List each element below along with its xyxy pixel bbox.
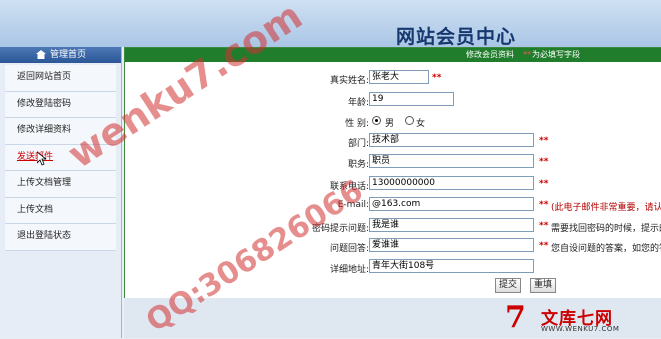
- position-label: 职务:: [347, 160, 369, 170]
- home-icon: [36, 50, 46, 59]
- sidebar-menu: 返回网站首页 修改登陆密码 修改详细资料 发送邮件 上传文档管理 上传文档 退出…: [5, 65, 116, 251]
- realname-label: 真实姓名:: [329, 76, 369, 86]
- sidebar-item-logout[interactable]: 退出登陆状态: [5, 224, 116, 251]
- sidebar-item-home[interactable]: 返回网站首页: [5, 65, 116, 92]
- gender-female-label: 女: [416, 119, 426, 129]
- email-required: **: [539, 200, 549, 210]
- row-gender: 性 别: 男 女: [125, 112, 661, 132]
- reset-button[interactable]: 重填: [530, 278, 556, 293]
- row-age: 年龄:: [125, 91, 661, 111]
- row-question: 密码提示问题: ** 需要找回密码的时候，提示的: [125, 217, 661, 237]
- dept-label: 部门:: [347, 139, 369, 149]
- banner-star: **: [523, 50, 531, 59]
- question-input[interactable]: [369, 218, 534, 232]
- row-dept: 部门: **: [125, 132, 661, 152]
- sidebar-header[interactable]: 管理首页: [0, 47, 121, 63]
- address-input[interactable]: [369, 259, 534, 273]
- sidebar-item-send-mail[interactable]: 发送邮件: [5, 144, 116, 171]
- realname-required: **: [432, 73, 442, 83]
- logo-seven-mark: 7: [505, 300, 526, 335]
- profile-form-panel: 修改会员资料 ** 为必填写字段 真实姓名: ** 年龄: 性 别: 男 女 部…: [124, 47, 661, 299]
- sidebar-item-doc-manage[interactable]: 上传文档管理: [5, 171, 116, 198]
- wenku7-logo: 7 文库七网 WWW.WENKU7.COM: [505, 300, 661, 338]
- phone-required: **: [539, 179, 549, 189]
- question-required: **: [539, 221, 549, 231]
- dept-input[interactable]: [369, 133, 534, 147]
- phone-label: 联系电话:: [329, 182, 369, 192]
- site-title: 网站会员中心: [396, 26, 517, 48]
- sidebar-item-change-password[interactable]: 修改登陆密码: [5, 91, 116, 118]
- form-banner: 修改会员资料 ** 为必填写字段: [125, 48, 661, 62]
- dept-required: **: [539, 136, 549, 146]
- email-note: (此电子邮件非常重要，请认: [551, 203, 661, 213]
- row-address: 详细地址:: [125, 258, 661, 278]
- gender-male-radio[interactable]: [372, 116, 381, 125]
- submit-button[interactable]: 提交: [495, 278, 521, 293]
- row-email: E-mail: ** (此电子邮件非常重要，请认: [125, 196, 661, 216]
- sidebar: 管理首页 返回网站首页 修改登陆密码 修改详细资料 发送邮件 上传文档管理 上传…: [0, 47, 122, 338]
- email-label: E-mail:: [337, 200, 369, 210]
- position-input[interactable]: [369, 154, 534, 168]
- answer-label: 问题回答:: [329, 244, 369, 254]
- header-banner: 网站会员中心: [0, 0, 661, 48]
- gender-male-label: 男: [385, 119, 395, 129]
- gender-label: 性 别:: [345, 119, 369, 129]
- answer-required: **: [539, 241, 549, 251]
- sidebar-title: 管理首页: [50, 50, 87, 60]
- banner-hint: 为必填写字段: [532, 50, 580, 59]
- question-note: 需要找回密码的时候，提示的: [551, 224, 661, 234]
- banner-text: 修改会员资料: [466, 50, 514, 59]
- answer-input[interactable]: [369, 238, 534, 252]
- age-input[interactable]: [369, 92, 454, 106]
- row-position: 职务: **: [125, 153, 661, 173]
- question-label: 密码提示问题:: [311, 224, 369, 234]
- row-phone: 联系电话: **: [125, 175, 661, 195]
- position-required: **: [539, 157, 549, 167]
- realname-input[interactable]: [369, 70, 429, 84]
- email-input[interactable]: [369, 197, 534, 211]
- answer-note: 您自设问题的答案，如您的答: [551, 244, 661, 254]
- phone-input[interactable]: [369, 176, 534, 190]
- mouse-cursor-icon: [37, 152, 46, 166]
- age-label: 年龄:: [347, 98, 369, 108]
- sidebar-item-upload-doc[interactable]: 上传文档: [5, 197, 116, 224]
- sidebar-item-edit-profile[interactable]: 修改详细资料: [5, 118, 116, 145]
- row-answer: 问题回答: ** 您自设问题的答案，如您的答: [125, 237, 661, 257]
- logo-url: WWW.WENKU7.COM: [541, 325, 620, 333]
- row-realname: 真实姓名: **: [125, 69, 661, 89]
- address-label: 详细地址:: [329, 265, 369, 275]
- gender-female-radio[interactable]: [405, 116, 414, 125]
